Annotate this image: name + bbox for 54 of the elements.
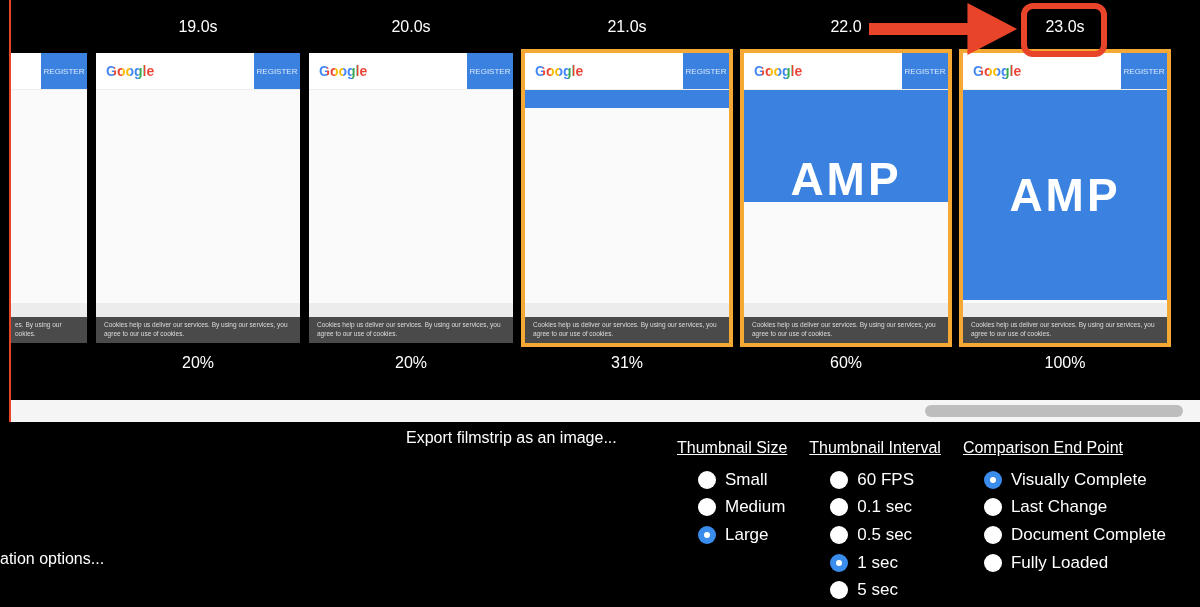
radio-button[interactable] — [983, 470, 1002, 489]
register-button: REGISTER — [1121, 53, 1167, 89]
radio-button[interactable] — [698, 470, 716, 489]
radio-button[interactable] — [830, 470, 849, 489]
radio-button[interactable] — [698, 498, 716, 517]
radio-button[interactable] — [830, 581, 849, 600]
radio-button[interactable] — [830, 526, 849, 544]
register-button: REGISTER — [254, 53, 300, 89]
frame-time: 19.0s — [178, 17, 218, 36]
radio-option[interactable]: Visually Complete — [962, 466, 1166, 494]
percent-label: 100% — [1044, 354, 1086, 372]
radio-option[interactable]: 60 FPS — [809, 466, 941, 494]
percent-label: 60% — [830, 354, 862, 372]
radio-option[interactable]: Fully Loaded — [962, 548, 1166, 577]
export-link[interactable]: Export filmstrip as an image... — [406, 429, 617, 446]
options-link[interactable]: ation options... — [0, 550, 105, 568]
register-button: REGISTER — [41, 53, 87, 89]
page-logo: Google — [319, 63, 368, 79]
frame-time: 23.0s — [1045, 17, 1085, 36]
page-logo: Google — [754, 63, 803, 79]
percent-label: 31% — [611, 354, 643, 372]
radio-button[interactable] — [830, 498, 849, 517]
radio-option[interactable]: 5 sec — [809, 576, 941, 604]
arrow-icon — [869, 1, 1019, 57]
register-button: REGISTER — [683, 53, 729, 89]
radio-button[interactable] — [983, 526, 1002, 544]
page-logo: Google — [535, 63, 584, 79]
frame-time: 21.0s — [607, 17, 647, 36]
frame-time: 20.0s — [391, 17, 431, 36]
group-heading: Comparison End Point — [962, 439, 1124, 457]
frame-time: 22.0 — [830, 17, 862, 36]
register-button: REGISTER — [902, 53, 948, 89]
radio-option[interactable]: Large — [677, 521, 788, 549]
register-button: REGISTER — [467, 53, 513, 89]
radio-button[interactable] — [983, 553, 1002, 572]
radio-button[interactable] — [698, 526, 716, 544]
scrollbar-thumb[interactable] — [925, 405, 1183, 417]
group-heading: Thumbnail Interval — [809, 439, 941, 457]
percent-label: 20% — [395, 354, 427, 372]
group-heading: Thumbnail Size — [677, 439, 788, 457]
radio-option[interactable]: Small — [677, 466, 788, 494]
radio-option[interactable]: 1 sec — [809, 548, 941, 577]
radio-option[interactable]: Document Complete — [962, 521, 1166, 549]
radio-button[interactable] — [983, 498, 1002, 517]
radio-option[interactable]: Last Change — [962, 493, 1166, 522]
radio-option[interactable]: Medium — [677, 493, 788, 522]
radio-button[interactable] — [830, 553, 849, 572]
radio-option[interactable]: 0.5 sec — [809, 521, 941, 549]
hero-title: AMP — [790, 156, 902, 202]
percent-label: 20% — [182, 354, 214, 372]
hero-title: AMP — [1009, 172, 1121, 218]
page-logo: Google — [106, 63, 155, 79]
page-logo: Google — [973, 63, 1022, 79]
radio-option[interactable]: 0.1 sec — [809, 493, 941, 522]
